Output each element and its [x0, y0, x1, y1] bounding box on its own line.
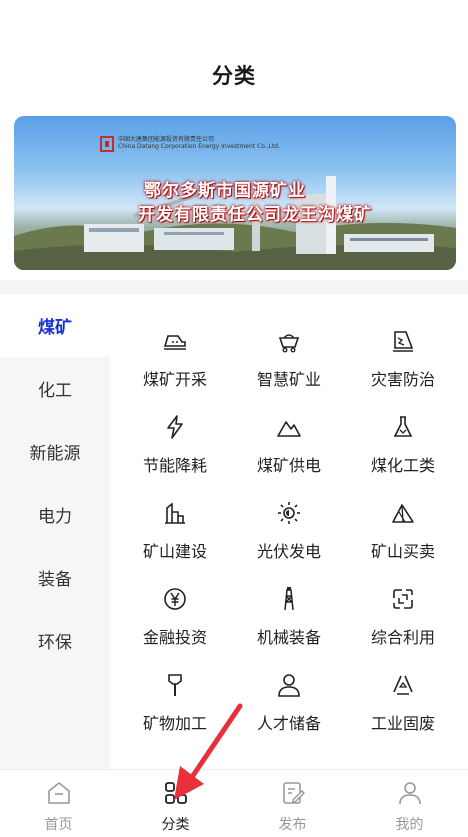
- grid-item-disaster-prevention[interactable]: 灾害防治: [346, 318, 460, 398]
- person-icon: [278, 674, 300, 697]
- hammer-icon: [168, 674, 182, 696]
- tab-home[interactable]: 首页: [0, 770, 117, 837]
- home-icon: [47, 782, 70, 804]
- grid-item-comprehensive-use[interactable]: 综合利用: [346, 576, 460, 656]
- company-logo-icon: [100, 136, 114, 152]
- triangle-recycle-icon: [393, 675, 413, 695]
- hazard-icon: [393, 331, 414, 352]
- banner-headline-2: 开发有限责任公司龙王沟煤矿: [138, 205, 372, 225]
- grid-item-photovoltaic[interactable]: 光伏发电: [232, 490, 346, 570]
- category-grid-icon: [164, 782, 187, 804]
- sidebar-item-equipment[interactable]: 装备: [0, 546, 110, 609]
- yen-coin-icon: [164, 588, 186, 610]
- user-icon: [398, 782, 421, 805]
- sidebar-item-environment[interactable]: 环保: [0, 609, 110, 672]
- mountain-peak-icon: [392, 504, 414, 523]
- tab-category[interactable]: 分类: [117, 770, 234, 837]
- banner-company: 中国大唐集团能源投资有限责任公司 China Datang Corporatio…: [118, 136, 281, 150]
- flask-icon: [393, 416, 413, 437]
- grid-item-mine-construction[interactable]: 矿山建设: [118, 490, 232, 570]
- section-divider: [0, 280, 468, 294]
- minecart-icon: [278, 334, 300, 353]
- grid-item-mine-power[interactable]: 煤矿供电: [232, 404, 346, 484]
- grid-item-smart-mining[interactable]: 智慧矿业: [232, 318, 346, 398]
- sidebar-item-coal-mine[interactable]: 煤矿: [0, 294, 110, 357]
- grid-item-mine-trading[interactable]: 矿山买卖: [346, 490, 460, 570]
- bottom-tab-bar: 首页 分类 发布 我的: [0, 769, 468, 837]
- oil-tower-icon: [284, 587, 294, 611]
- tab-profile[interactable]: 我的: [351, 770, 468, 837]
- grid-item-talent-reserve[interactable]: 人才储备: [232, 662, 346, 742]
- mountain-icon: [277, 421, 301, 437]
- grid-item-coal-mining[interactable]: 煤矿开采: [118, 318, 232, 398]
- grid-item-industrial-waste[interactable]: 工业固废: [346, 662, 460, 742]
- grid-item-energy-saving[interactable]: 节能降耗: [118, 404, 232, 484]
- category-sidebar: 煤矿 化工 新能源 电力 装备 环保: [0, 294, 110, 769]
- mining-cart-icon: [163, 335, 186, 350]
- page-title: 分类: [212, 64, 256, 88]
- recycle-icon: [393, 589, 413, 609]
- sun-icon: [278, 502, 300, 524]
- tab-publish[interactable]: 发布: [234, 770, 351, 837]
- banner-headline-1: 鄂尔多斯市国源矿业: [144, 181, 306, 201]
- building-icon: [165, 502, 185, 524]
- top-bar: 分类: [0, 0, 468, 110]
- grid-item-coal-chemical[interactable]: 煤化工类: [346, 404, 460, 484]
- sidebar-item-power[interactable]: 电力: [0, 483, 110, 546]
- sidebar-item-new-energy[interactable]: 新能源: [0, 420, 110, 483]
- grid-item-mineral-processing[interactable]: 矿物加工: [118, 662, 232, 742]
- edit-icon: [282, 782, 305, 804]
- banner-image[interactable]: 中国大唐集团能源投资有限责任公司 China Datang Corporatio…: [14, 116, 456, 270]
- sidebar-item-chemical[interactable]: 化工: [0, 357, 110, 420]
- grid-item-machinery[interactable]: 机械装备: [232, 576, 346, 656]
- lightning-icon: [167, 415, 183, 439]
- grid-item-finance[interactable]: 金融投资: [118, 576, 232, 656]
